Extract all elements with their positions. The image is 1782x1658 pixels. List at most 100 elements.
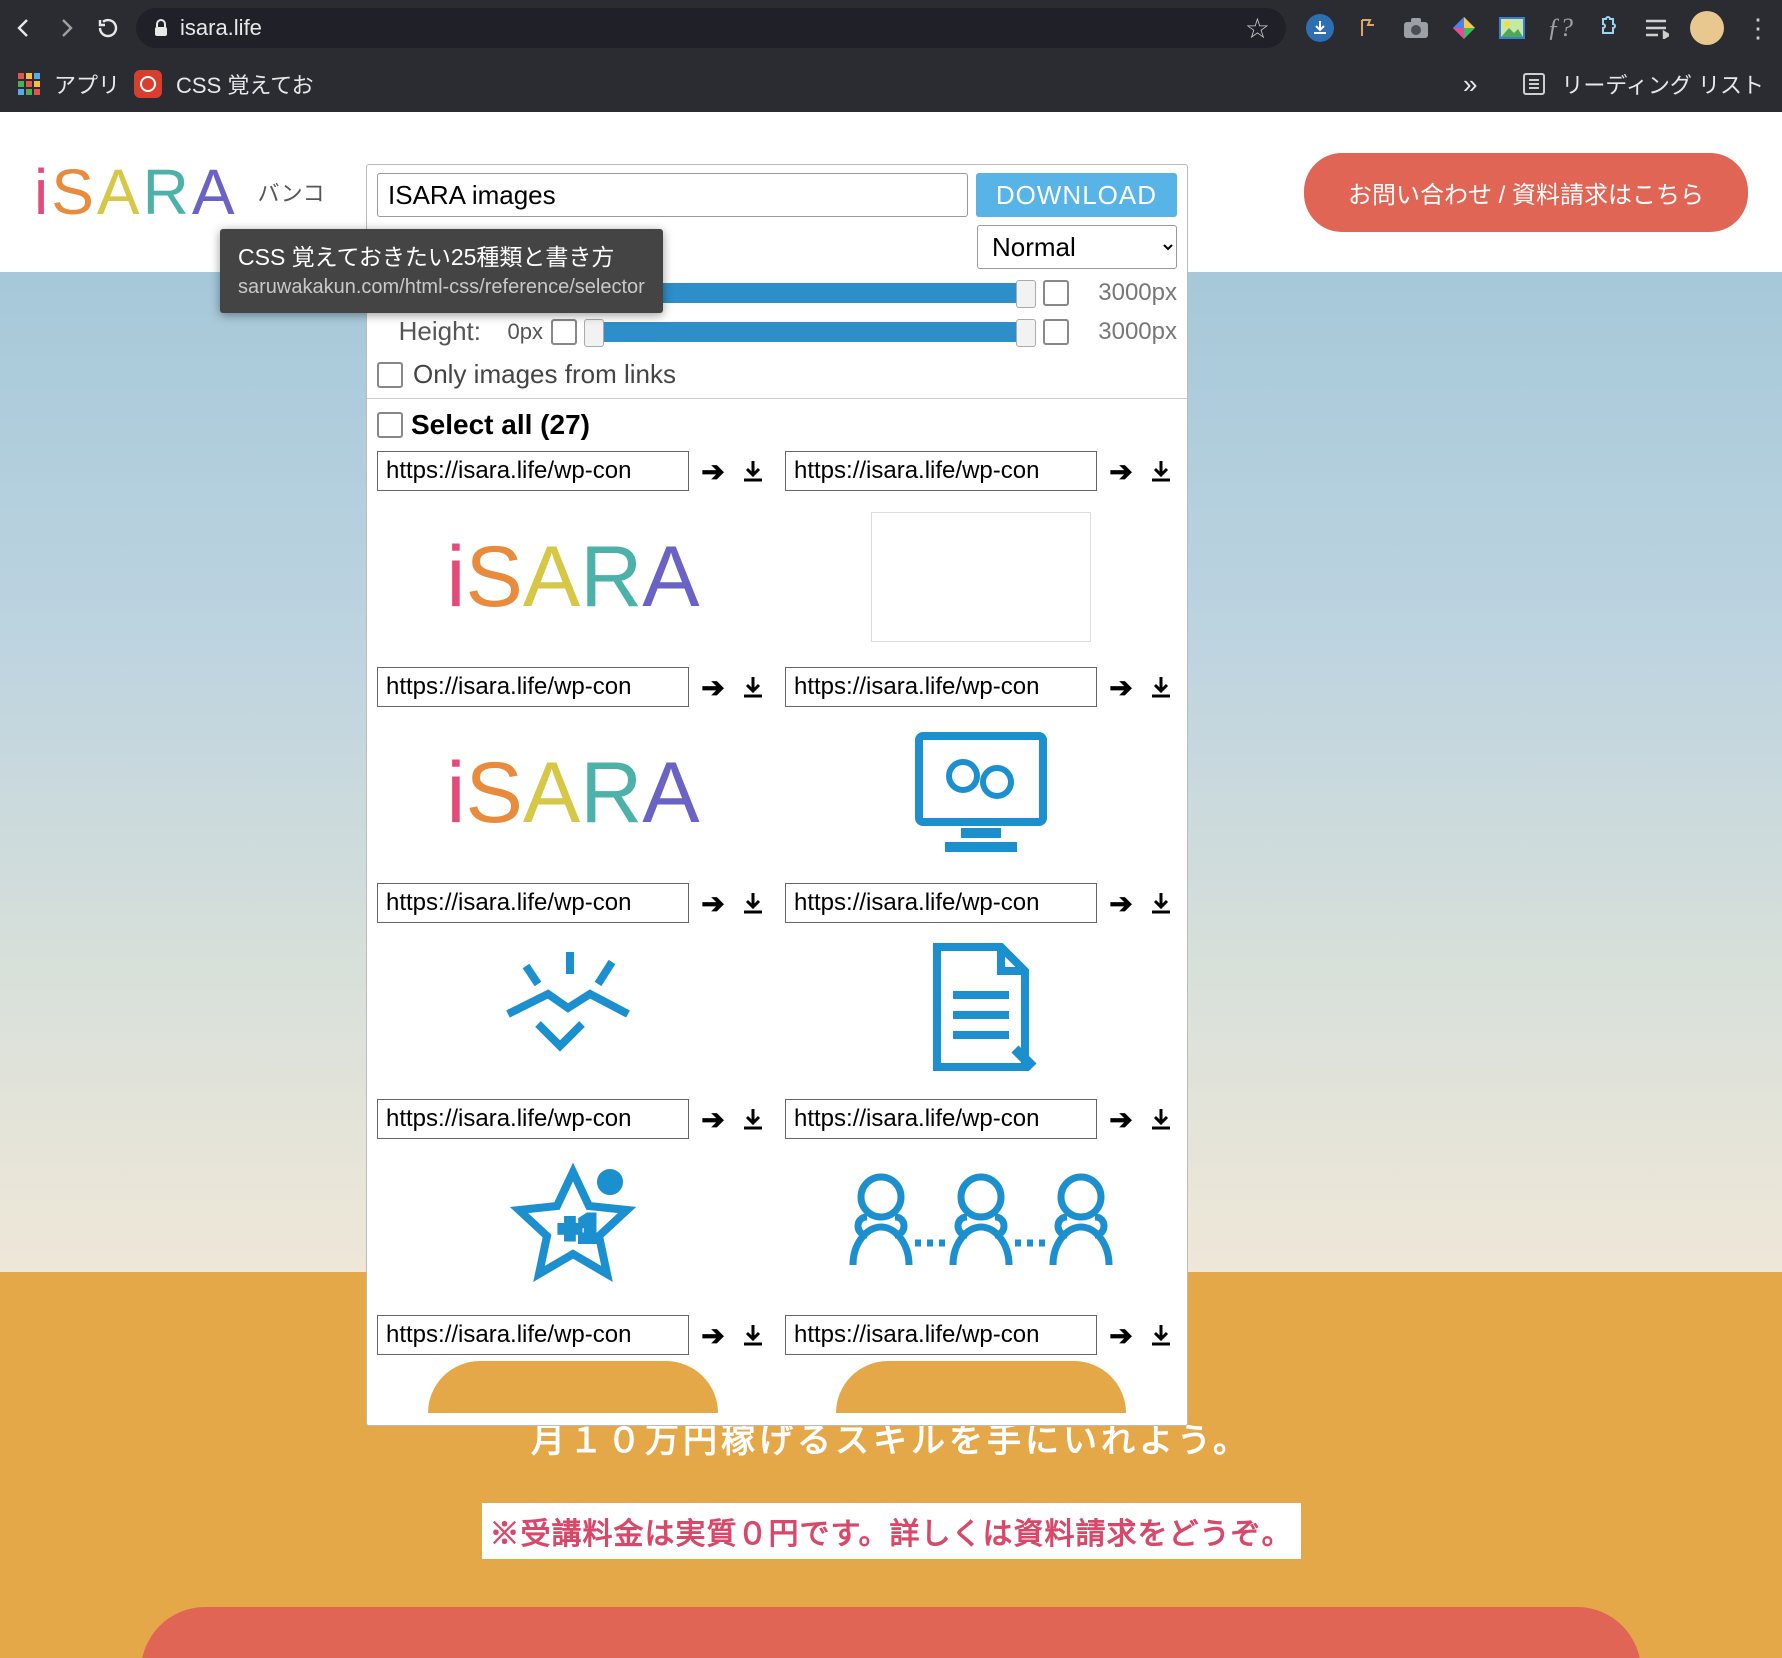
open-arrow-icon[interactable]: ➔ xyxy=(1105,1319,1137,1351)
open-arrow-icon[interactable]: ➔ xyxy=(1105,887,1137,919)
puzzle-ext-icon[interactable] xyxy=(1594,14,1622,42)
svg-text:+1: +1 xyxy=(560,1210,599,1248)
playlist-ext-icon[interactable] xyxy=(1642,14,1670,42)
image-url-input[interactable]: https://isara.life/wp-con xyxy=(785,883,1097,923)
image-url-input[interactable]: https://isara.life/wp-con xyxy=(377,1099,689,1139)
cta-large-button[interactable]: お問い合わせ＆資料請求はこちら xyxy=(141,1607,1641,1658)
reload-button[interactable] xyxy=(94,14,122,42)
download-icon[interactable] xyxy=(737,671,769,703)
open-arrow-icon[interactable]: ➔ xyxy=(697,1103,729,1135)
open-arrow-icon[interactable]: ➔ xyxy=(1105,1103,1137,1135)
image-cell: https://isara.life/wp-con➔ xyxy=(785,449,1177,657)
image-thumbnail[interactable] xyxy=(785,713,1177,873)
open-arrow-icon[interactable]: ➔ xyxy=(697,671,729,703)
image-thumbnail[interactable]: +1 xyxy=(377,1145,769,1305)
chrome-menu-icon[interactable]: ⋮ xyxy=(1744,14,1772,42)
width-max: 3000px xyxy=(1077,279,1177,307)
image-thumbnail[interactable] xyxy=(785,929,1177,1089)
select-all-checkbox[interactable] xyxy=(377,412,403,438)
apps-label[interactable]: アプリ xyxy=(54,68,120,100)
cta-small-button[interactable]: お問い合わせ / 資料請求はこちら xyxy=(1304,153,1748,232)
height-min-checkbox[interactable] xyxy=(551,319,577,345)
image-ext-icon[interactable] xyxy=(1498,14,1526,42)
image-cell: https://isara.life/wp-con➔ iSARA xyxy=(377,665,769,873)
apps-icon[interactable] xyxy=(18,73,40,95)
image-url-input[interactable]: https://isara.life/wp-con xyxy=(377,451,689,491)
reading-list-icon[interactable] xyxy=(1521,71,1547,97)
tooltip-title: CSS 覚えておきたい25種類と書き方 xyxy=(238,241,645,273)
height-max: 3000px xyxy=(1077,318,1177,346)
open-arrow-icon[interactable]: ➔ xyxy=(697,1319,729,1351)
image-url-input[interactable]: https://isara.life/wp-con xyxy=(377,667,689,707)
only-links-checkbox[interactable] xyxy=(377,362,403,388)
bookmarks-bar: アプリ CSS 覚えてお » リーディング リスト xyxy=(0,56,1782,112)
image-thumbnail[interactable] xyxy=(785,1361,1177,1413)
download-icon[interactable] xyxy=(737,455,769,487)
image-thumbnail[interactable]: iSARA xyxy=(377,497,769,657)
download-icon[interactable] xyxy=(737,1103,769,1135)
address-bar[interactable]: isara.life ☆ xyxy=(136,8,1286,48)
image-url-input[interactable]: https://isara.life/wp-con xyxy=(785,451,1097,491)
height-max-checkbox[interactable] xyxy=(1043,319,1069,345)
download-ext-icon[interactable] xyxy=(1306,14,1334,42)
ext-icon-2[interactable] xyxy=(1354,14,1382,42)
image-thumbnail[interactable]: iSARA xyxy=(377,713,769,873)
image-cell: https://isara.life/wp-con➔ xyxy=(785,881,1177,1089)
open-arrow-icon[interactable]: ➔ xyxy=(1105,455,1137,487)
image-url-input[interactable]: https://isara.life/wp-con xyxy=(785,1315,1097,1355)
tagline: バンコ xyxy=(258,176,325,208)
download-icon[interactable] xyxy=(1145,455,1177,487)
height-min: 0px xyxy=(489,319,543,345)
only-links-label: Only images from links xyxy=(413,359,676,390)
bookmark-badge[interactable] xyxy=(134,70,162,98)
image-cell: https://isara.life/wp-con➔ xyxy=(785,1313,1177,1413)
bookmark-css[interactable]: CSS 覚えてお xyxy=(176,68,314,100)
tooltip-url: saruwakakun.com/html-css/reference/selec… xyxy=(238,273,645,301)
width-max-checkbox[interactable] xyxy=(1043,280,1069,306)
star-icon[interactable]: ☆ xyxy=(1245,12,1270,45)
height-label: Height: xyxy=(377,316,481,347)
filename-input[interactable] xyxy=(377,173,968,217)
camera-ext-icon[interactable] xyxy=(1402,14,1430,42)
back-button[interactable] xyxy=(10,14,38,42)
download-icon[interactable] xyxy=(1145,671,1177,703)
download-icon[interactable] xyxy=(737,1319,769,1351)
image-grid: https://isara.life/wp-con➔iSARAhttps://i… xyxy=(377,449,1177,1413)
image-thumbnail[interactable] xyxy=(377,929,769,1089)
browser-chrome: isara.life ☆ ƒ? ⋮ アプリ CSS 覚えてお » xyxy=(0,0,1782,112)
font-ext-icon[interactable]: ƒ? xyxy=(1546,14,1574,42)
select-all-label: Select all (27) xyxy=(411,409,590,441)
download-icon[interactable] xyxy=(1145,1103,1177,1135)
open-arrow-icon[interactable]: ➔ xyxy=(697,455,729,487)
download-icon[interactable] xyxy=(1145,887,1177,919)
colors-ext-icon[interactable] xyxy=(1450,14,1478,42)
image-thumbnail[interactable] xyxy=(377,1361,769,1413)
lock-icon xyxy=(152,19,170,37)
download-icon[interactable] xyxy=(737,887,769,919)
site-logo[interactable]: i S A R A xyxy=(34,155,238,229)
image-url-input[interactable]: https://isara.life/wp-con xyxy=(377,1315,689,1355)
image-url-input[interactable]: https://isara.life/wp-con xyxy=(785,667,1097,707)
reading-list-label[interactable]: リーディング リスト xyxy=(1561,68,1764,100)
download-icon[interactable] xyxy=(1145,1319,1177,1351)
image-cell: https://isara.life/wp-con➔ +1 xyxy=(377,1097,769,1305)
image-thumbnail[interactable] xyxy=(785,497,1177,657)
orange-note: ※受講料金は実質０円です。詳しくは資料請求をどうぞ。 xyxy=(482,1503,1301,1559)
image-thumbnail[interactable] xyxy=(785,1145,1177,1305)
profile-avatar[interactable] xyxy=(1690,11,1724,45)
height-slider[interactable] xyxy=(585,320,1035,344)
open-arrow-icon[interactable]: ➔ xyxy=(697,887,729,919)
bookmark-tooltip: CSS 覚えておきたい25種類と書き方 saruwakakun.com/html… xyxy=(220,229,663,313)
extensions-row: ƒ? ⋮ xyxy=(1306,11,1772,45)
image-cell: https://isara.life/wp-con➔ iSARA xyxy=(377,449,769,657)
image-url-input[interactable]: https://isara.life/wp-con xyxy=(377,883,689,923)
type-select[interactable]: Normal xyxy=(977,225,1177,269)
image-url-input[interactable]: https://isara.life/wp-con xyxy=(785,1099,1097,1139)
url-text: isara.life xyxy=(180,15,262,41)
toolbar: isara.life ☆ ƒ? ⋮ xyxy=(0,0,1782,56)
download-button[interactable]: DOWNLOAD xyxy=(976,173,1177,217)
open-arrow-icon[interactable]: ➔ xyxy=(1105,671,1137,703)
image-cell: https://isara.life/wp-con➔ xyxy=(377,881,769,1089)
forward-button[interactable] xyxy=(52,14,80,42)
bookmark-overflow[interactable]: » xyxy=(1463,69,1477,100)
